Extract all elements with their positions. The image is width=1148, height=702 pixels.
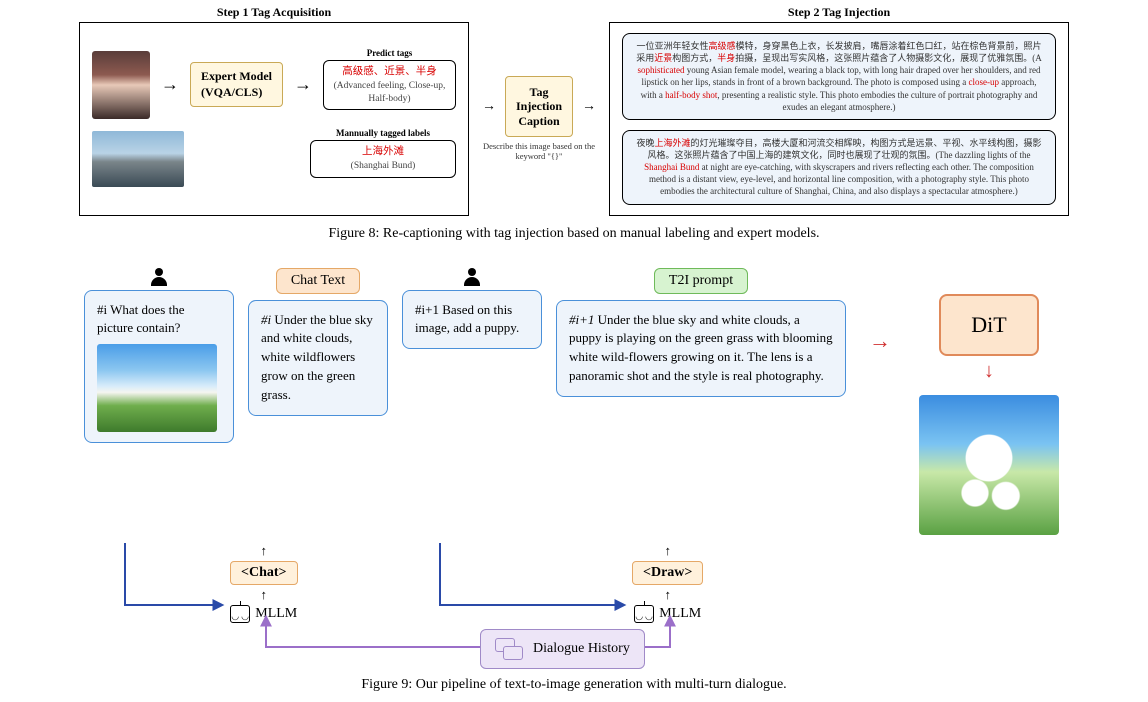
arrow-icon: ↑: [261, 587, 268, 603]
a2-body: Under the blue sky and white clouds, a p…: [569, 312, 833, 384]
a2-idx: #i+1: [569, 312, 594, 327]
inject-box: Tag Injection Caption: [505, 76, 573, 137]
expert-model-box: Expert Model (VQA/CLS): [190, 62, 283, 107]
t2i-label: T2I prompt: [654, 268, 748, 294]
manual-cn: 上海外滩: [362, 146, 404, 157]
arrow-icon: →: [577, 99, 601, 115]
robot-icon: ◡◡: [230, 605, 250, 623]
predict-cn: 高级感、近景、半身: [342, 66, 437, 77]
arrow-icon: ↑: [261, 543, 268, 559]
chat-token: <Chat>: [230, 561, 298, 585]
arrow-icon: ↑: [664, 543, 671, 559]
user-icon: [463, 268, 481, 286]
a1-body: Under the blue sky and white clouds, whi…: [261, 312, 373, 402]
predict-tags-label: Predict tags: [323, 48, 456, 58]
predict-tags-box: 高级感、近景、半身 (Advanced feeling, Close-up, H…: [323, 60, 456, 110]
output-caption-1: 一位亚洲年轻女性高级感模特，身穿黑色上衣，长发披肩，嘴唇涂着红色口红，站在棕色背…: [622, 33, 1056, 120]
arrow-icon: →: [158, 74, 182, 95]
dialogue-label: Dialogue History: [533, 641, 630, 657]
expert-line2: (VQA/CLS): [201, 85, 272, 101]
dialogue-history-box: Dialogue History: [480, 629, 645, 669]
chat-text-label: Chat Text: [276, 268, 360, 294]
step2-label: Step 2 Tag Injection: [788, 5, 890, 20]
chat-text-bubble: #i Under the blue sky and white clouds, …: [248, 300, 388, 416]
figure-9: #i What does the picture contain? Chat T…: [50, 268, 1098, 693]
q1-text: #i What does the picture contain?: [97, 302, 185, 336]
arrow-icon: ↑: [664, 587, 671, 603]
arrow-icon: →: [869, 328, 891, 354]
puppy-image-placeholder: [919, 395, 1059, 535]
arrow-icon: ↓: [984, 360, 994, 383]
city-placeholder: [92, 131, 184, 187]
t2i-bubble: #i+1 Under the blue sky and white clouds…: [556, 300, 846, 397]
robot-icon: ◡◡: [634, 605, 654, 623]
figure8-caption: Figure 8: Re-captioning with tag injecti…: [50, 226, 1098, 242]
q2-text: #i+1 Based on this image, add a puppy.: [415, 302, 519, 336]
inject-sub: Describe this image based on the keyword…: [479, 141, 599, 161]
manual-label: Mannually tagged labels: [310, 128, 456, 138]
figure-8: Step 1 Tag Acquisition → Expert Model (V…: [50, 22, 1098, 242]
figure9-caption: Figure 9: Our pipeline of text-to-image …: [50, 677, 1098, 693]
chat-stack: ↑ <Chat> ↑ ◡◡ MLLM: [230, 543, 298, 623]
user-icon: [150, 268, 168, 286]
a1-idx: #i: [261, 312, 271, 327]
draw-token: <Draw>: [632, 561, 703, 585]
inject-l2: Caption: [516, 114, 562, 128]
chat-bubble-icon: [495, 638, 523, 660]
step2-box: Step 2 Tag Injection 一位亚洲年轻女性高级感模特，身穿黑色上…: [609, 22, 1069, 216]
step1-box: Step 1 Tag Acquisition → Expert Model (V…: [79, 22, 469, 216]
user-bubble-2: #i+1 Based on this image, add a puppy.: [402, 290, 542, 350]
sky-image-placeholder: [97, 344, 217, 432]
output-caption-2: 夜晚上海外滩的灯光璀璨夺目，高楼大厦和河流交相辉映，构图方式是远景、平视、水平线…: [622, 130, 1056, 205]
mllm-label: MLLM: [659, 606, 701, 622]
arrow-icon: →: [291, 74, 315, 95]
expert-line1: Expert Model: [201, 69, 272, 85]
portrait-placeholder: [92, 51, 150, 119]
predict-en: (Advanced feeling, Close-up, Half-body): [332, 80, 447, 105]
manual-en: (Shanghai Bund): [319, 160, 447, 172]
inject-l1: Tag Injection: [516, 85, 562, 114]
step1-label: Step 1 Tag Acquisition: [217, 5, 331, 20]
user-bubble-1: #i What does the picture contain?: [84, 290, 234, 444]
draw-stack: ↑ <Draw> ↑ ◡◡ MLLM: [632, 543, 703, 623]
mllm-label: MLLM: [255, 606, 297, 622]
dit-box: DiT: [939, 294, 1038, 356]
manual-tags-box: 上海外滩 (Shanghai Bund): [310, 140, 456, 178]
arrow-icon: →: [477, 99, 501, 115]
tag-injection-block: → Tag Injection Caption → Describe this …: [479, 22, 599, 216]
